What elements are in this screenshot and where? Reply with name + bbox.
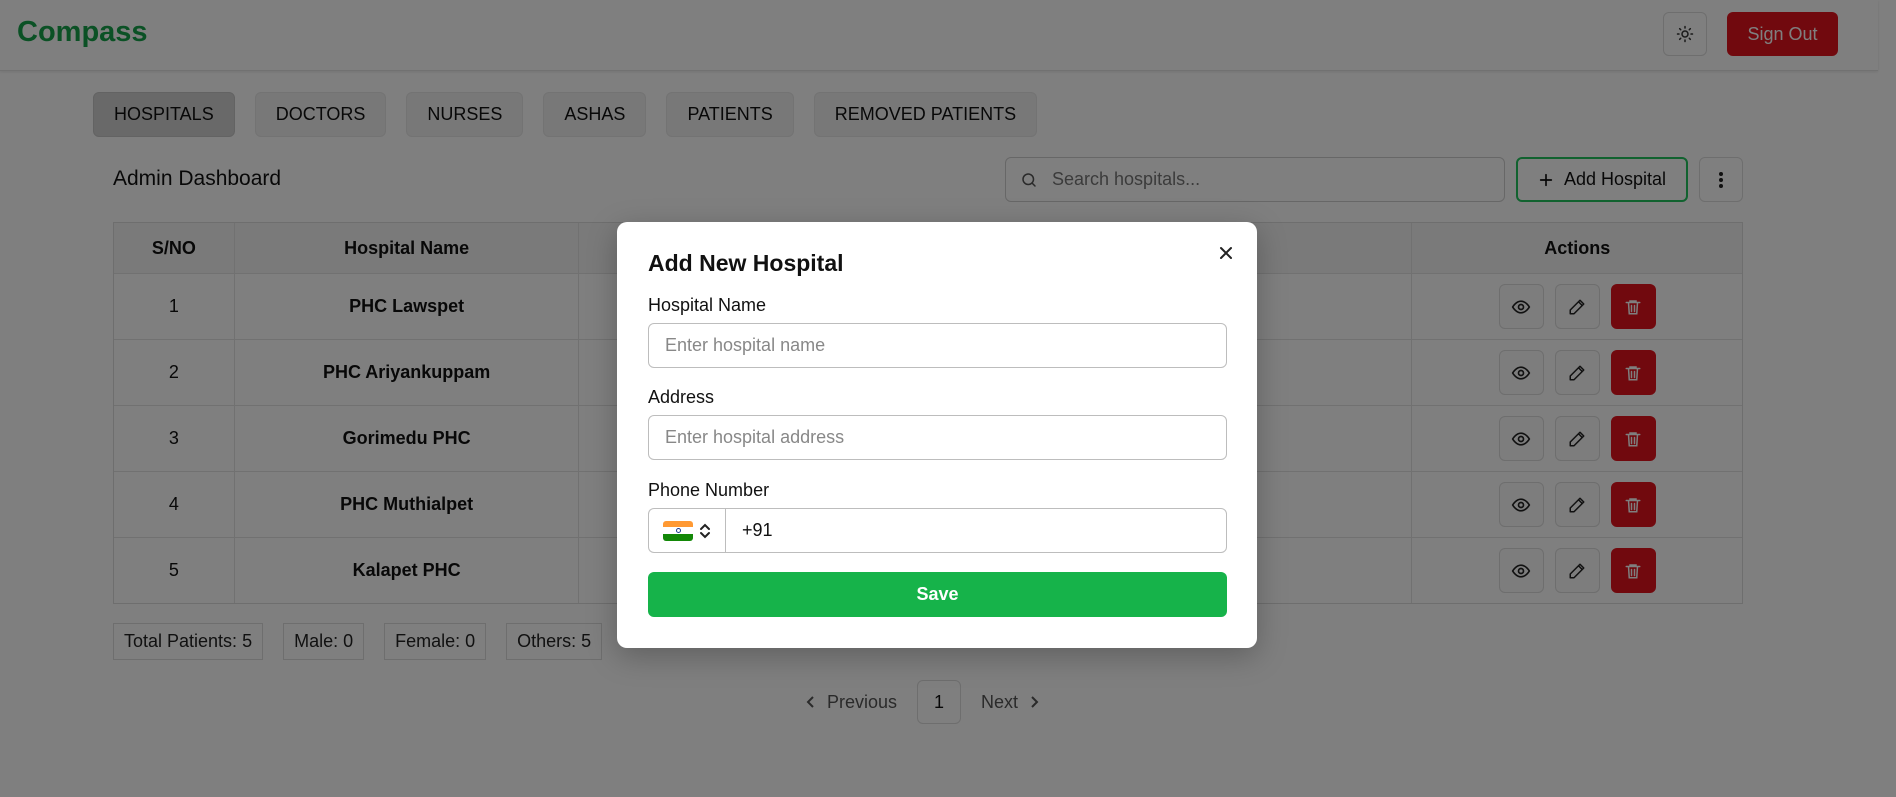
phone-number-input[interactable]: +91 <box>725 508 1227 553</box>
address-input[interactable]: Enter hospital address <box>648 415 1227 460</box>
phone-field-group: +91 <box>648 508 1227 553</box>
close-icon <box>1220 247 1232 259</box>
chevron-up-down-icon <box>700 523 710 538</box>
country-select[interactable] <box>648 508 725 553</box>
address-label: Address <box>648 387 715 407</box>
india-flag-icon <box>663 520 693 541</box>
hospital-name-input[interactable]: Enter hospital name <box>648 323 1227 368</box>
close-button[interactable] <box>1215 242 1237 264</box>
save-button[interactable]: Save <box>648 572 1227 617</box>
hospital-name-label: Hospital Name <box>648 295 767 315</box>
phone-number-label: Phone Number <box>648 480 770 500</box>
dialog-title: Add New Hospital <box>648 250 844 276</box>
add-hospital-dialog: Add New Hospital Hospital Name Enter hos… <box>617 222 1257 648</box>
